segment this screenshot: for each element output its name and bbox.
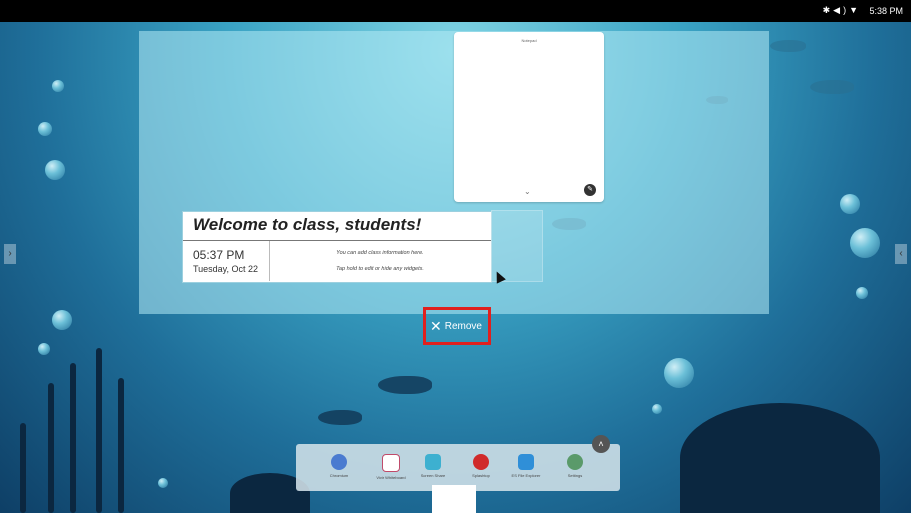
- screen-share-icon: [425, 454, 441, 470]
- dock-item-label: Vivir Whiteboard: [376, 475, 406, 480]
- dock-item-whiteboard[interactable]: Vivir Whiteboard: [368, 454, 414, 480]
- pencil-icon[interactable]: ✎: [584, 184, 596, 196]
- bubble-decoration: [158, 478, 168, 488]
- bubble-decoration: [664, 358, 694, 388]
- fish-decoration: [770, 40, 806, 52]
- left-edge-arrow[interactable]: ›: [4, 244, 16, 264]
- splashtop-icon: [473, 454, 489, 470]
- bubble-decoration: [856, 287, 868, 299]
- bubble-decoration: [840, 194, 860, 214]
- bubble-decoration: [45, 160, 65, 180]
- bubble-decoration: [850, 228, 880, 258]
- dock-item-splashtop[interactable]: Splashtop: [458, 454, 504, 478]
- dock-item-label: ES File Explorer: [511, 473, 541, 478]
- settings-icon: [567, 454, 583, 470]
- dock-item-label: Chromium: [329, 473, 349, 478]
- dock-item-chromium[interactable]: Chromium: [316, 454, 362, 478]
- notepad-title: Notepad: [521, 38, 537, 43]
- coral-decoration: [680, 403, 880, 513]
- seaweed-decoration: [20, 423, 26, 513]
- overlay-block: [432, 485, 476, 513]
- seaweed-decoration: [118, 378, 124, 513]
- dock-item-file-explorer[interactable]: ES File Explorer: [503, 454, 549, 478]
- fish-decoration: [318, 410, 362, 425]
- volume-icon: ◀): [833, 5, 850, 15]
- status-bar: ✱◀)▼ 5:38 PM: [0, 0, 911, 22]
- seaweed-decoration: [48, 383, 54, 513]
- whiteboard-icon: [382, 454, 400, 472]
- file-explorer-icon: [518, 454, 534, 470]
- welcome-title: Welcome to class, students!: [193, 215, 422, 234]
- dock-item-settings[interactable]: Settings: [552, 454, 598, 478]
- dock-item-label: Settings: [567, 473, 583, 478]
- fish-decoration: [378, 376, 432, 394]
- bubble-decoration: [52, 80, 64, 92]
- chevron-left-icon: ‹: [899, 248, 903, 259]
- dock-item-screen-share[interactable]: Screen Share: [410, 454, 456, 478]
- bubble-decoration: [38, 122, 52, 136]
- widget-hint-text: Tap hold to edit or hide any widgets.: [336, 266, 424, 272]
- bubble-decoration: [52, 310, 72, 330]
- chromium-icon: [331, 454, 347, 470]
- dock-item-label: Screen Share: [420, 473, 446, 478]
- status-icons: ✱◀)▼: [823, 5, 861, 16]
- right-edge-arrow[interactable]: ‹: [895, 244, 907, 264]
- welcome-widget[interactable]: Welcome to class, students! 05:37 PM Tue…: [182, 211, 492, 283]
- seaweed-decoration: [96, 348, 102, 513]
- chevron-right-icon: ›: [8, 248, 12, 259]
- fish-decoration: [810, 80, 854, 94]
- close-icon: ✕: [430, 318, 442, 334]
- bubble-decoration: [652, 404, 662, 414]
- chevron-up-icon[interactable]: ˄: [592, 435, 610, 453]
- app-dock: Chromium Vivir Whiteboard Screen Share S…: [296, 444, 620, 491]
- wifi-icon: ▼: [849, 5, 861, 15]
- seaweed-decoration: [70, 363, 76, 513]
- remove-label: Remove: [444, 321, 482, 332]
- class-info-text: You can add class information here.: [336, 250, 424, 256]
- dock-item-label: Splashtop: [472, 473, 490, 478]
- bubble-decoration: [38, 343, 50, 355]
- remove-button[interactable]: ✕ Remove: [430, 318, 482, 335]
- notepad-widget[interactable]: Notepad ⌄ ✎: [454, 32, 604, 202]
- bluetooth-icon: ✱: [822, 5, 834, 15]
- clock-date: Tuesday, Oct 22: [193, 264, 259, 274]
- divider: [183, 240, 491, 241]
- chevron-down-icon[interactable]: ⌄: [524, 187, 531, 196]
- clock-time: 05:37 PM: [193, 248, 245, 262]
- home-screen: ✱◀)▼ 5:38 PM › ‹ Notepad ⌄ ✎ Welcome to …: [0, 0, 911, 513]
- divider: [269, 241, 270, 281]
- status-time: 5:38 PM: [869, 6, 903, 16]
